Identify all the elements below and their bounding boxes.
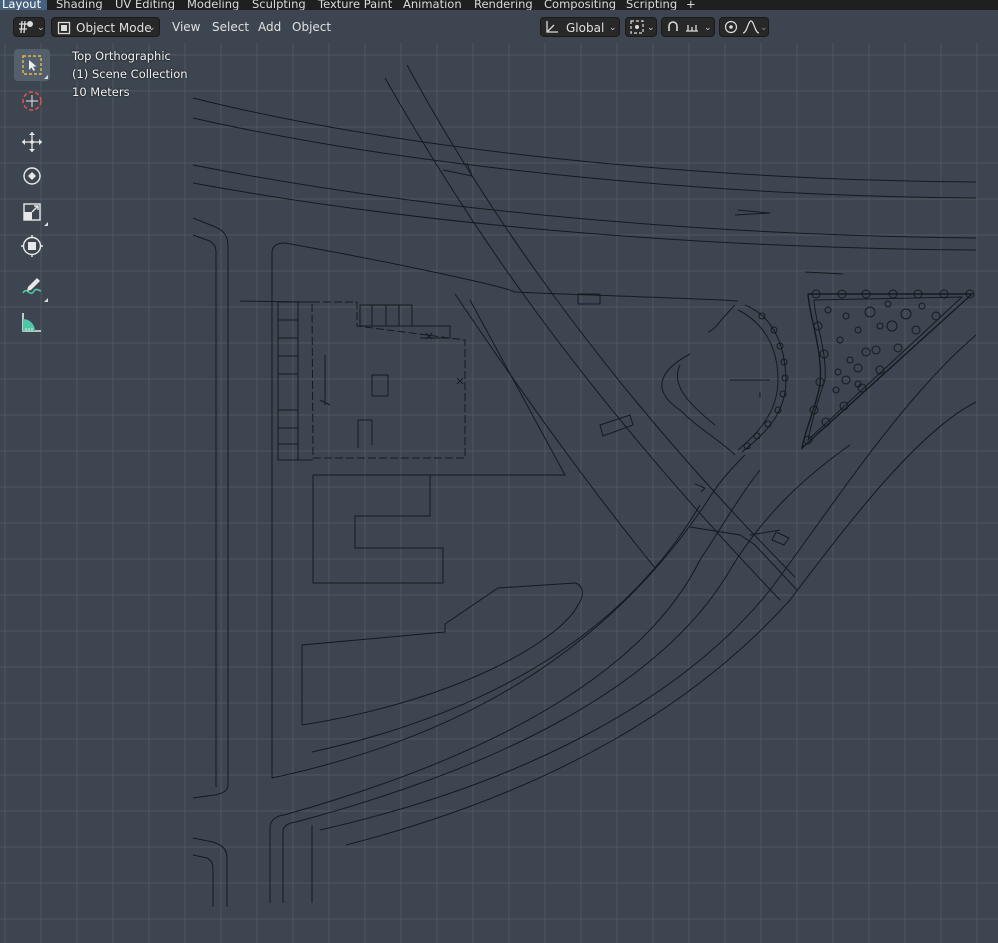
- mode-label: Object Mode: [76, 21, 152, 35]
- viewport-canvas[interactable]: [0, 43, 998, 943]
- snap-magnet-icon: [668, 21, 678, 31]
- chevron-down-icon: ⌄: [148, 23, 156, 33]
- mode-dropdown[interactable]: Object Mode ⌄: [51, 17, 160, 37]
- select-box-tool[interactable]: [14, 49, 50, 81]
- object-mode-icon: [57, 21, 71, 35]
- move-icon: [22, 132, 42, 152]
- tool-options-corner: [44, 75, 48, 79]
- scale-tool[interactable]: [14, 196, 50, 228]
- annotate-tool[interactable]: [14, 272, 50, 304]
- chevron-down-icon: ⌄: [37, 23, 45, 33]
- transform-tool[interactable]: [14, 230, 50, 262]
- pivot-point-dropdown[interactable]: ⌄: [625, 17, 657, 37]
- move-tool[interactable]: [14, 126, 50, 158]
- cursor-icon: [22, 91, 42, 111]
- view-name-label: Top Orthographic: [72, 49, 171, 63]
- proportional-editing-icon: [724, 20, 738, 34]
- tab-layout[interactable]: Layout: [0, 0, 48, 10]
- workspace-tabs: Layout Shading UV Editing Modeling Sculp…: [0, 0, 998, 10]
- snap-increment-icon: [686, 25, 698, 32]
- scale-label: 10 Meters: [72, 85, 130, 99]
- collection-label: (1) Scene Collection: [72, 67, 188, 81]
- tab-scripting[interactable]: Scripting: [620, 0, 683, 10]
- add-workspace-button[interactable]: +: [680, 0, 702, 10]
- scale-icon: [23, 203, 41, 221]
- tab-compositing[interactable]: Compositing: [538, 0, 622, 10]
- editor-type-button[interactable]: ⌄: [13, 17, 45, 37]
- select-box-icon: [22, 55, 42, 75]
- annotate-icon: [22, 278, 42, 295]
- falloff-curve-icon: [742, 20, 760, 34]
- orientation-label: Global: [566, 21, 605, 35]
- measure-icon: [22, 313, 41, 332]
- viewport-grid: [0, 43, 998, 943]
- chevron-down-icon: ⌄: [760, 23, 768, 33]
- orientation-icon: [546, 21, 558, 33]
- tab-animation[interactable]: Animation: [397, 0, 468, 10]
- tool-options-corner: [44, 222, 48, 226]
- proportional-editing-group[interactable]: ⌄: [719, 17, 769, 37]
- tab-rendering[interactable]: Rendering: [468, 0, 539, 10]
- snapping-group[interactable]: ⌄: [661, 17, 715, 37]
- rotate-icon: [23, 167, 41, 185]
- chevron-down-icon: ⌄: [609, 23, 617, 33]
- menu-view[interactable]: View: [172, 17, 200, 37]
- menu-object[interactable]: Object: [292, 17, 331, 37]
- site-plan-drawing: [192, 64, 977, 907]
- tab-modeling[interactable]: Modeling: [181, 0, 245, 10]
- menu-select[interactable]: Select: [212, 17, 249, 37]
- tab-sculpting[interactable]: Sculpting: [246, 0, 312, 10]
- cursor-tool[interactable]: [14, 85, 50, 117]
- tool-options-corner: [44, 298, 48, 302]
- tab-texture-paint[interactable]: Texture Paint: [312, 0, 398, 10]
- measure-tool[interactable]: [14, 306, 50, 338]
- menu-add[interactable]: Add: [258, 17, 281, 37]
- transform-icon: [21, 235, 43, 257]
- viewport-header: ⌄ Object Mode ⌄ View Select Add Object G…: [0, 10, 998, 43]
- tab-shading[interactable]: Shading: [50, 0, 109, 10]
- chevron-down-icon: ⌄: [647, 23, 655, 33]
- chevron-down-icon: ⌄: [704, 23, 712, 33]
- editor-type-icon: [19, 20, 33, 34]
- tab-uv-editing[interactable]: UV Editing: [109, 0, 181, 10]
- transform-orientation-dropdown[interactable]: Global ⌄: [540, 17, 620, 37]
- pivot-icon: [630, 20, 644, 34]
- rotate-tool[interactable]: [14, 160, 50, 192]
